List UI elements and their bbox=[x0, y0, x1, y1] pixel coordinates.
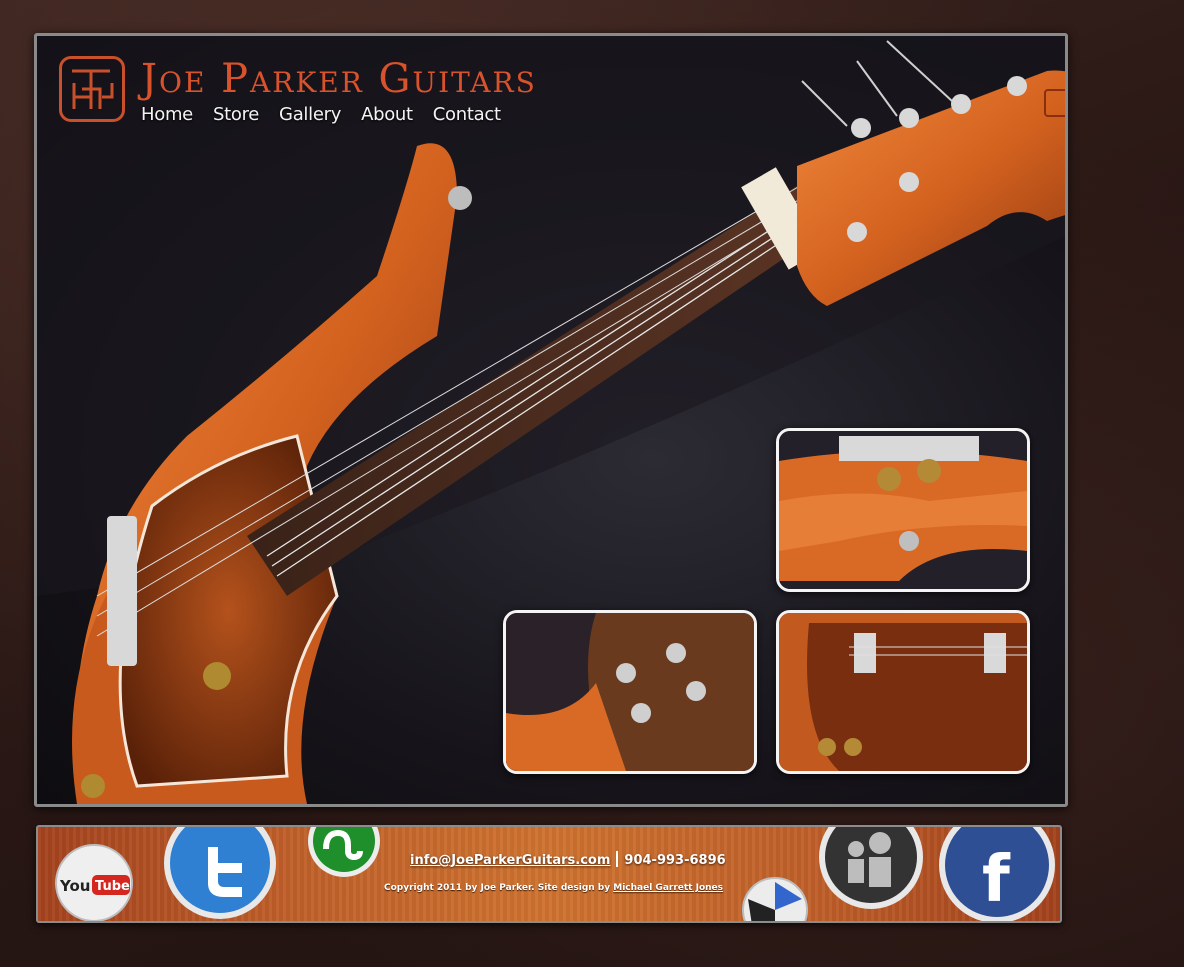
twitter-icon[interactable] bbox=[162, 827, 278, 921]
youtube-label-you: You bbox=[59, 877, 90, 895]
guitar-neck-plate-image bbox=[506, 613, 754, 771]
gallery-thumb-pickguard[interactable] bbox=[776, 610, 1030, 774]
divider bbox=[616, 851, 619, 867]
myspace-icon[interactable] bbox=[818, 827, 924, 911]
contact-line: info@JoeParkerGuitars.com 904-993-6896 bbox=[410, 851, 726, 868]
youtube-label-tube: Tube bbox=[95, 879, 130, 894]
designer-link[interactable]: Michael Garrett Jones bbox=[613, 883, 723, 893]
guitar-body-closeup-image bbox=[779, 431, 1027, 589]
facebook-glyph: f bbox=[982, 843, 1011, 917]
nav-about[interactable]: About bbox=[361, 104, 413, 125]
guitar-pickguard-image bbox=[779, 613, 1027, 771]
gallery-thumb-body[interactable] bbox=[776, 428, 1030, 592]
email-link[interactable]: info@JoeParkerGuitars.com bbox=[410, 853, 610, 868]
nav-gallery[interactable]: Gallery bbox=[279, 104, 341, 125]
footer-bar: You Tube info@JoeParkerGuitars.com 904-99… bbox=[36, 825, 1062, 923]
stumbleupon-icon[interactable] bbox=[306, 827, 382, 877]
nav-contact[interactable]: Contact bbox=[433, 104, 501, 125]
hero-banner: Joe Parker Guitars Home Store Gallery Ab… bbox=[34, 33, 1068, 807]
nav-store[interactable]: Store bbox=[213, 104, 259, 125]
youtube-icon[interactable]: You Tube bbox=[52, 843, 136, 921]
copyright-text: Copyright 2011 by Joe Parker. Site desig… bbox=[384, 883, 723, 893]
delicious-icon[interactable] bbox=[742, 877, 808, 921]
site-title[interactable]: Joe Parker Guitars bbox=[141, 56, 537, 102]
jpg-monogram-icon[interactable] bbox=[59, 56, 125, 122]
facebook-icon[interactable]: f bbox=[938, 827, 1056, 921]
gallery-thumb-neckplate[interactable] bbox=[503, 610, 757, 774]
nav-home[interactable]: Home bbox=[141, 104, 193, 125]
main-nav: Home Store Gallery About Contact bbox=[141, 104, 501, 125]
phone-number: 904-993-6896 bbox=[624, 853, 726, 868]
copyright-label: Copyright 2011 by Joe Parker. Site desig… bbox=[384, 883, 614, 893]
